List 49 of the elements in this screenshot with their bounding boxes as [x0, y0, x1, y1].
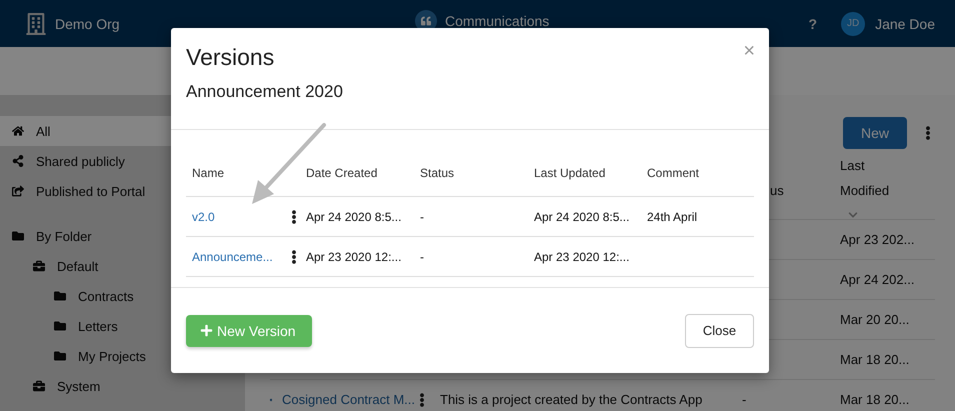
date-text: Mar 18 20... — [840, 352, 910, 367]
org-name[interactable]: Demo Org — [55, 16, 120, 32]
status-text: - — [420, 250, 424, 264]
folder-item[interactable]: By Folder — [36, 228, 92, 244]
column-header: Name — [192, 166, 224, 180]
folder-icon — [54, 290, 66, 302]
dialog-subtitle: Announcement 2020 — [186, 82, 344, 102]
new-button[interactable]: New — [843, 117, 907, 149]
date-text: Apr 23 202... — [840, 232, 914, 247]
folder-icon — [12, 230, 24, 242]
export-icon — [12, 185, 24, 197]
user-name[interactable]: Jane Doe — [875, 16, 935, 32]
column-header: Comment — [647, 166, 700, 180]
comment-text: 24th April — [647, 210, 698, 224]
date-text: Apr 24 2020 8:5... — [306, 210, 402, 224]
new-version-button[interactable]: New Version — [186, 314, 312, 346]
description-text: This is a project created by the Contracts App — [440, 392, 702, 407]
date-text: Apr 23 2020 12:... — [306, 250, 402, 264]
close-button[interactable]: Close — [685, 314, 754, 348]
share-icon — [12, 155, 24, 167]
column-header: Status — [420, 166, 454, 180]
app-name[interactable]: Communications — [445, 12, 550, 28]
date-text: Mar 20 20... — [840, 312, 910, 327]
folder-item[interactable]: Letters — [78, 318, 118, 334]
folder-icon — [54, 350, 66, 362]
version-link[interactable]: v2.0 — [192, 210, 215, 224]
dialog-title: Versions — [186, 44, 274, 71]
column-header: Last Updated — [534, 166, 606, 180]
briefcase-icon — [33, 260, 45, 272]
folder-item[interactable]: System — [57, 378, 100, 394]
status-text: - — [420, 210, 424, 224]
folder-item[interactable]: Contracts — [78, 288, 134, 304]
folder-icon — [54, 320, 66, 332]
building-icon — [25, 12, 47, 34]
project-link[interactable]: Cosigned Contract M... — [282, 392, 415, 407]
folder-item[interactable]: My Projects — [78, 348, 146, 364]
column-header[interactable]: Last Modified — [840, 152, 902, 228]
date-text: Mar 18 20... — [840, 392, 910, 407]
date-text: Apr 23 2020 12:... — [534, 250, 630, 264]
briefcase-icon — [33, 380, 45, 392]
date-text: Apr 24 2020 8:5... — [534, 210, 630, 224]
status-text: - — [742, 392, 746, 407]
plus-icon — [200, 324, 213, 337]
home-icon — [12, 125, 24, 137]
help-button[interactable]: ? — [808, 16, 818, 32]
column-header: Date Created — [306, 166, 378, 180]
date-text: Apr 24 202... — [840, 272, 914, 287]
folder-item[interactable]: Default — [57, 258, 98, 274]
version-link[interactable]: Announceme... — [192, 250, 273, 264]
